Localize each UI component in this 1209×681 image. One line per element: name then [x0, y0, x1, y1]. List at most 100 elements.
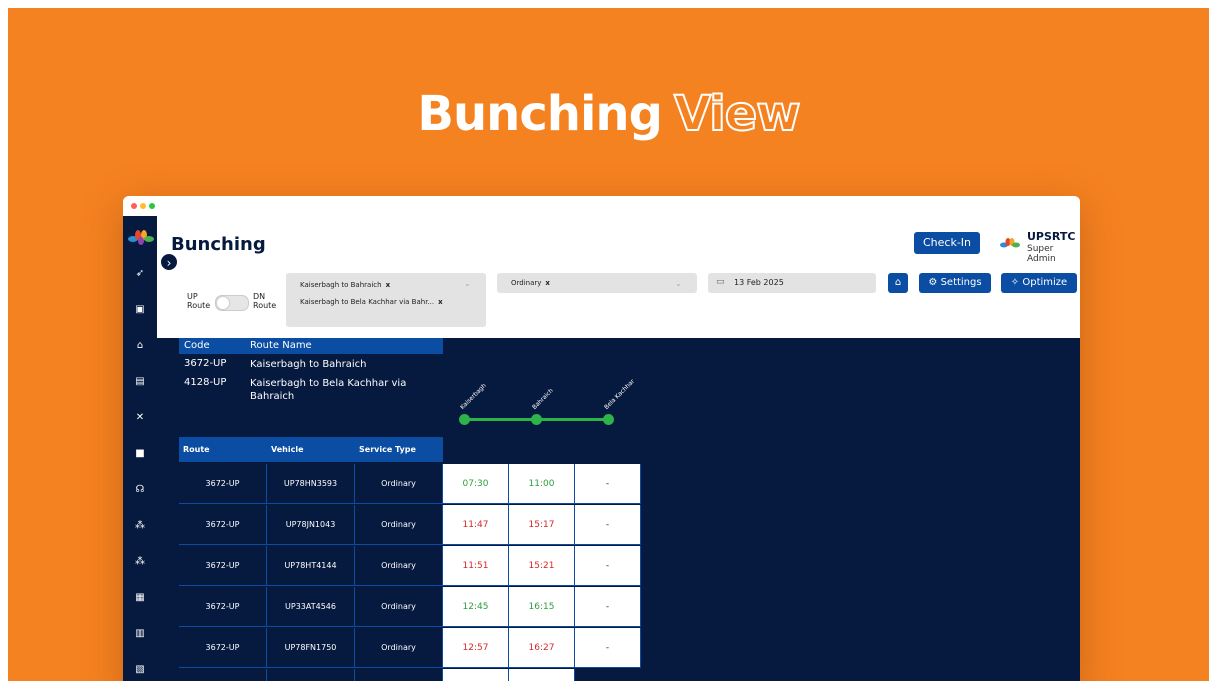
up-route-label: UP Route	[187, 292, 211, 310]
service-type-select[interactable]: Ordinary x ⌄	[497, 273, 697, 293]
stop-marker[interactable]	[531, 414, 542, 425]
stop-time-cell[interactable]: 15:17	[509, 505, 575, 545]
tools-icon[interactable]: ✕	[134, 412, 146, 424]
stop-time-cell[interactable]: -	[575, 505, 641, 545]
vehicle-column-header: Vehicle	[271, 445, 304, 454]
page-title: Bunching	[171, 234, 266, 255]
document-icon[interactable]: ▦	[134, 592, 146, 604]
route-legend-header: Code Route Name	[179, 338, 443, 354]
stop-time-cell[interactable]	[443, 669, 509, 681]
stop-label: Bela Kachhar	[603, 378, 637, 411]
check-in-button[interactable]: Check-In	[914, 232, 980, 254]
org-logo-icon	[1000, 238, 1020, 248]
stop-time-cell[interactable]	[509, 669, 575, 681]
app-window: ➶ ▣ ⌂ ▤ ✕ ■ ☊ ⁂ ⁂ ▦ ▥ ▧ › Bunching Check…	[123, 196, 1080, 681]
stop-time-cell[interactable]: -	[575, 464, 641, 504]
route-cell: 3672-UP	[179, 505, 267, 545]
minimize-window-dot[interactable]	[140, 203, 146, 209]
stop-marker[interactable]	[459, 414, 470, 425]
chevron-down-icon[interactable]: ⌄	[464, 279, 471, 288]
id-card-icon[interactable]: ▧	[134, 664, 146, 676]
service-type-cell: Ordinary	[355, 546, 443, 586]
service-type-cell: Ordinary	[355, 505, 443, 545]
headline-word-bunching: Bunching	[417, 86, 663, 142]
depot-icon[interactable]: ⌂	[134, 340, 146, 352]
stop-time-cell[interactable]: 07:30	[443, 464, 509, 504]
maximize-window-dot[interactable]	[149, 203, 155, 209]
date-value: 13 Feb 2025	[734, 278, 784, 287]
stop-marker[interactable]	[603, 414, 614, 425]
service-type-chip[interactable]: Ordinary x	[511, 279, 550, 287]
lock-icon: ⌂	[894, 277, 902, 288]
vehicle-cell: UP78JN1043	[267, 505, 355, 545]
headset-icon[interactable]: ☊	[134, 484, 146, 496]
calendar-icon[interactable]: ▥	[134, 628, 146, 640]
stop-time-cell[interactable]: 11:47	[443, 505, 509, 545]
chevron-down-icon[interactable]: ⌄	[675, 279, 682, 288]
stop-time-cell[interactable]: 15:21	[509, 546, 575, 586]
vehicle-cell: UP33AT4546	[267, 587, 355, 627]
route-chip[interactable]: Kaiserbagh to Bela Kachhar via Bahr... x	[300, 298, 443, 306]
dn-route-label: DN Route	[253, 292, 277, 310]
promo-headline: Bunching View	[8, 85, 1209, 143]
route-chip[interactable]: Kaiserbagh to Bahraich x	[300, 281, 390, 289]
route-cell: 3672-UP	[179, 628, 267, 668]
service-type-cell: Ordinary	[355, 587, 443, 627]
bunching-panel: Code Route Name 3672-UP Kaiserbagh to Ba…	[157, 338, 1080, 681]
direction-toggle[interactable]	[215, 295, 249, 311]
vehicle-cell: UP78FN1750	[267, 628, 355, 668]
chevron-right-icon: ›	[166, 256, 172, 270]
bus-icon[interactable]: ▣	[134, 304, 146, 316]
stop-time-cell[interactable]: 12:57	[443, 628, 509, 668]
service-type-column-header: Service Type	[359, 445, 416, 454]
chip-remove-icon[interactable]: x	[386, 281, 391, 289]
stop-label: Bahraich	[531, 387, 555, 411]
stop-time-cell[interactable]: -	[575, 587, 641, 627]
chip-remove-icon[interactable]: x	[438, 298, 443, 306]
table-row[interactable]: 3672-UP UP78HN3593 Ordinary 07:30 11:00 …	[179, 464, 641, 504]
table-row[interactable]: 3672-UP UP33AT4546 Ordinary 12:45 16:15 …	[179, 587, 641, 627]
settings-button[interactable]: ⚙ Settings	[919, 273, 991, 293]
stop-time-cell[interactable]: 11:51	[443, 546, 509, 586]
ticket-icon[interactable]: ■	[134, 448, 146, 460]
table-row[interactable]: 3672-UP UP78HT4144 Ordinary 11:51 15:21 …	[179, 546, 641, 586]
sidebar: ➶ ▣ ⌂ ▤ ✕ ■ ☊ ⁂ ⁂ ▦ ▥ ▧	[123, 216, 157, 681]
toggle-knob	[217, 297, 229, 309]
stop-time-cell[interactable]: 16:15	[509, 587, 575, 627]
vehicle-cell: UP78HN3593	[267, 464, 355, 504]
chip-remove-icon[interactable]: x	[545, 279, 550, 287]
service-type-cell: Ordinary	[355, 628, 443, 668]
route-cell	[179, 669, 267, 681]
org-chart-icon[interactable]: ⁂	[134, 520, 146, 532]
date-picker[interactable]: ▭ 13 Feb 2025	[708, 273, 876, 293]
optimize-button[interactable]: ✧ Optimize	[1001, 273, 1077, 293]
vehicle-cell	[267, 669, 355, 681]
window-titlebar	[123, 196, 1080, 216]
lock-button[interactable]: ⌂	[888, 273, 908, 293]
stop-time-cell[interactable]: 11:00	[509, 464, 575, 504]
route-column-header: Route	[183, 445, 210, 454]
stop-time-cell[interactable]: 16:27	[509, 628, 575, 668]
stop-time-cell[interactable]: -	[575, 546, 641, 586]
stop-time-cell[interactable]: -	[575, 628, 641, 668]
table-row[interactable]	[179, 669, 641, 681]
stop-label: Kaiserbagh	[459, 382, 488, 411]
service-type-cell	[355, 669, 443, 681]
route-cell: 3672-UP	[179, 464, 267, 504]
table-row[interactable]: 3672-UP UP78FN1750 Ordinary 12:57 16:27 …	[179, 628, 641, 668]
vehicle-cell: UP78HT4144	[267, 546, 355, 586]
close-window-dot[interactable]	[131, 203, 137, 209]
upsrtc-logo-icon	[128, 230, 154, 245]
route-cell: 3672-UP	[179, 587, 267, 627]
table-row[interactable]: 3672-UP UP78JN1043 Ordinary 11:47 15:17 …	[179, 505, 641, 545]
org-chart-icon[interactable]: ⁂	[134, 556, 146, 568]
sidebar-expand-button[interactable]: ›	[159, 252, 179, 272]
route-multiselect[interactable]: Kaiserbagh to Bahraich x Kaiserbagh to Be…	[286, 273, 486, 327]
headline-word-view: View	[673, 85, 802, 143]
schedule-grid-header: Route Vehicle Service Type	[179, 437, 443, 462]
rocket-icon[interactable]: ➶	[134, 268, 146, 280]
stop-time-cell[interactable]: 12:45	[443, 587, 509, 627]
calendar-icon: ▭	[716, 277, 725, 287]
gear-icon: ⚙	[928, 277, 938, 288]
fuel-icon[interactable]: ▤	[134, 376, 146, 388]
